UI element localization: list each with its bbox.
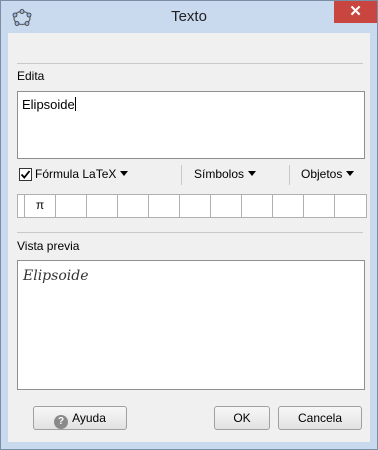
checkmark-icon xyxy=(20,170,31,179)
symbol-palette-edge xyxy=(18,195,25,217)
toolbar-separator xyxy=(289,165,290,185)
divider xyxy=(17,63,363,64)
dialog-window: Texto ✕ Edita Elipsoide Fórmula LaTeX Sí… xyxy=(0,0,378,450)
symbol-cell[interactable] xyxy=(180,195,211,217)
latex-formula-label: Fórmula LaTeX xyxy=(35,167,117,181)
text-editor[interactable]: Elipsoide xyxy=(17,91,365,159)
help-icon: ? xyxy=(54,415,69,429)
chevron-down-icon xyxy=(248,171,257,176)
preview-label: Vista previa xyxy=(17,239,80,253)
help-button-label: Ayuda xyxy=(72,411,106,425)
symbol-cell[interactable] xyxy=(87,195,118,217)
toolbar-separator xyxy=(181,165,182,185)
preview-panel: Elipsoide xyxy=(17,260,365,390)
ok-button-label: OK xyxy=(233,411,251,425)
dialog-body: Edita Elipsoide Fórmula LaTeX Símbolos O… xyxy=(8,33,370,442)
close-button[interactable]: ✕ xyxy=(334,1,377,23)
symbol-cell[interactable] xyxy=(211,195,242,217)
window-title: Texto xyxy=(171,8,207,25)
editor-toolbar: Fórmula LaTeX Símbolos Objetos xyxy=(17,165,365,185)
latex-formula-dropdown[interactable]: Fórmula LaTeX xyxy=(35,167,129,181)
symbol-cell[interactable] xyxy=(273,195,304,217)
symbol-cell[interactable] xyxy=(304,195,335,217)
title-bar[interactable]: Texto ✕ xyxy=(1,1,377,33)
symbol-cell[interactable] xyxy=(149,195,180,217)
cancel-button-label: Cancela xyxy=(297,411,343,425)
symbol-palette: π xyxy=(17,194,367,218)
edit-label: Edita xyxy=(17,69,45,83)
chevron-down-icon xyxy=(120,171,129,176)
symbol-cell[interactable] xyxy=(56,195,87,217)
chevron-down-icon xyxy=(346,171,355,176)
symbols-label: Símbolos xyxy=(194,167,245,181)
objects-label: Objetos xyxy=(301,167,343,181)
cancel-button[interactable]: Cancela xyxy=(278,406,362,430)
symbols-dropdown[interactable]: Símbolos xyxy=(194,167,257,181)
editor-content: Elipsoide xyxy=(22,97,76,112)
symbol-cell[interactable]: π xyxy=(25,195,56,217)
text-caret xyxy=(74,97,76,111)
objects-dropdown[interactable]: Objetos xyxy=(301,167,355,181)
symbol-cell[interactable] xyxy=(335,195,366,217)
help-button[interactable]: ? Ayuda xyxy=(33,406,127,430)
preview-content: Elipsoide xyxy=(23,268,89,284)
symbol-cell[interactable] xyxy=(118,195,149,217)
symbol-cell[interactable] xyxy=(242,195,273,217)
divider xyxy=(17,232,363,233)
latex-checkbox[interactable] xyxy=(19,168,32,181)
close-icon: ✕ xyxy=(349,3,362,20)
ok-button[interactable]: OK xyxy=(214,406,270,430)
